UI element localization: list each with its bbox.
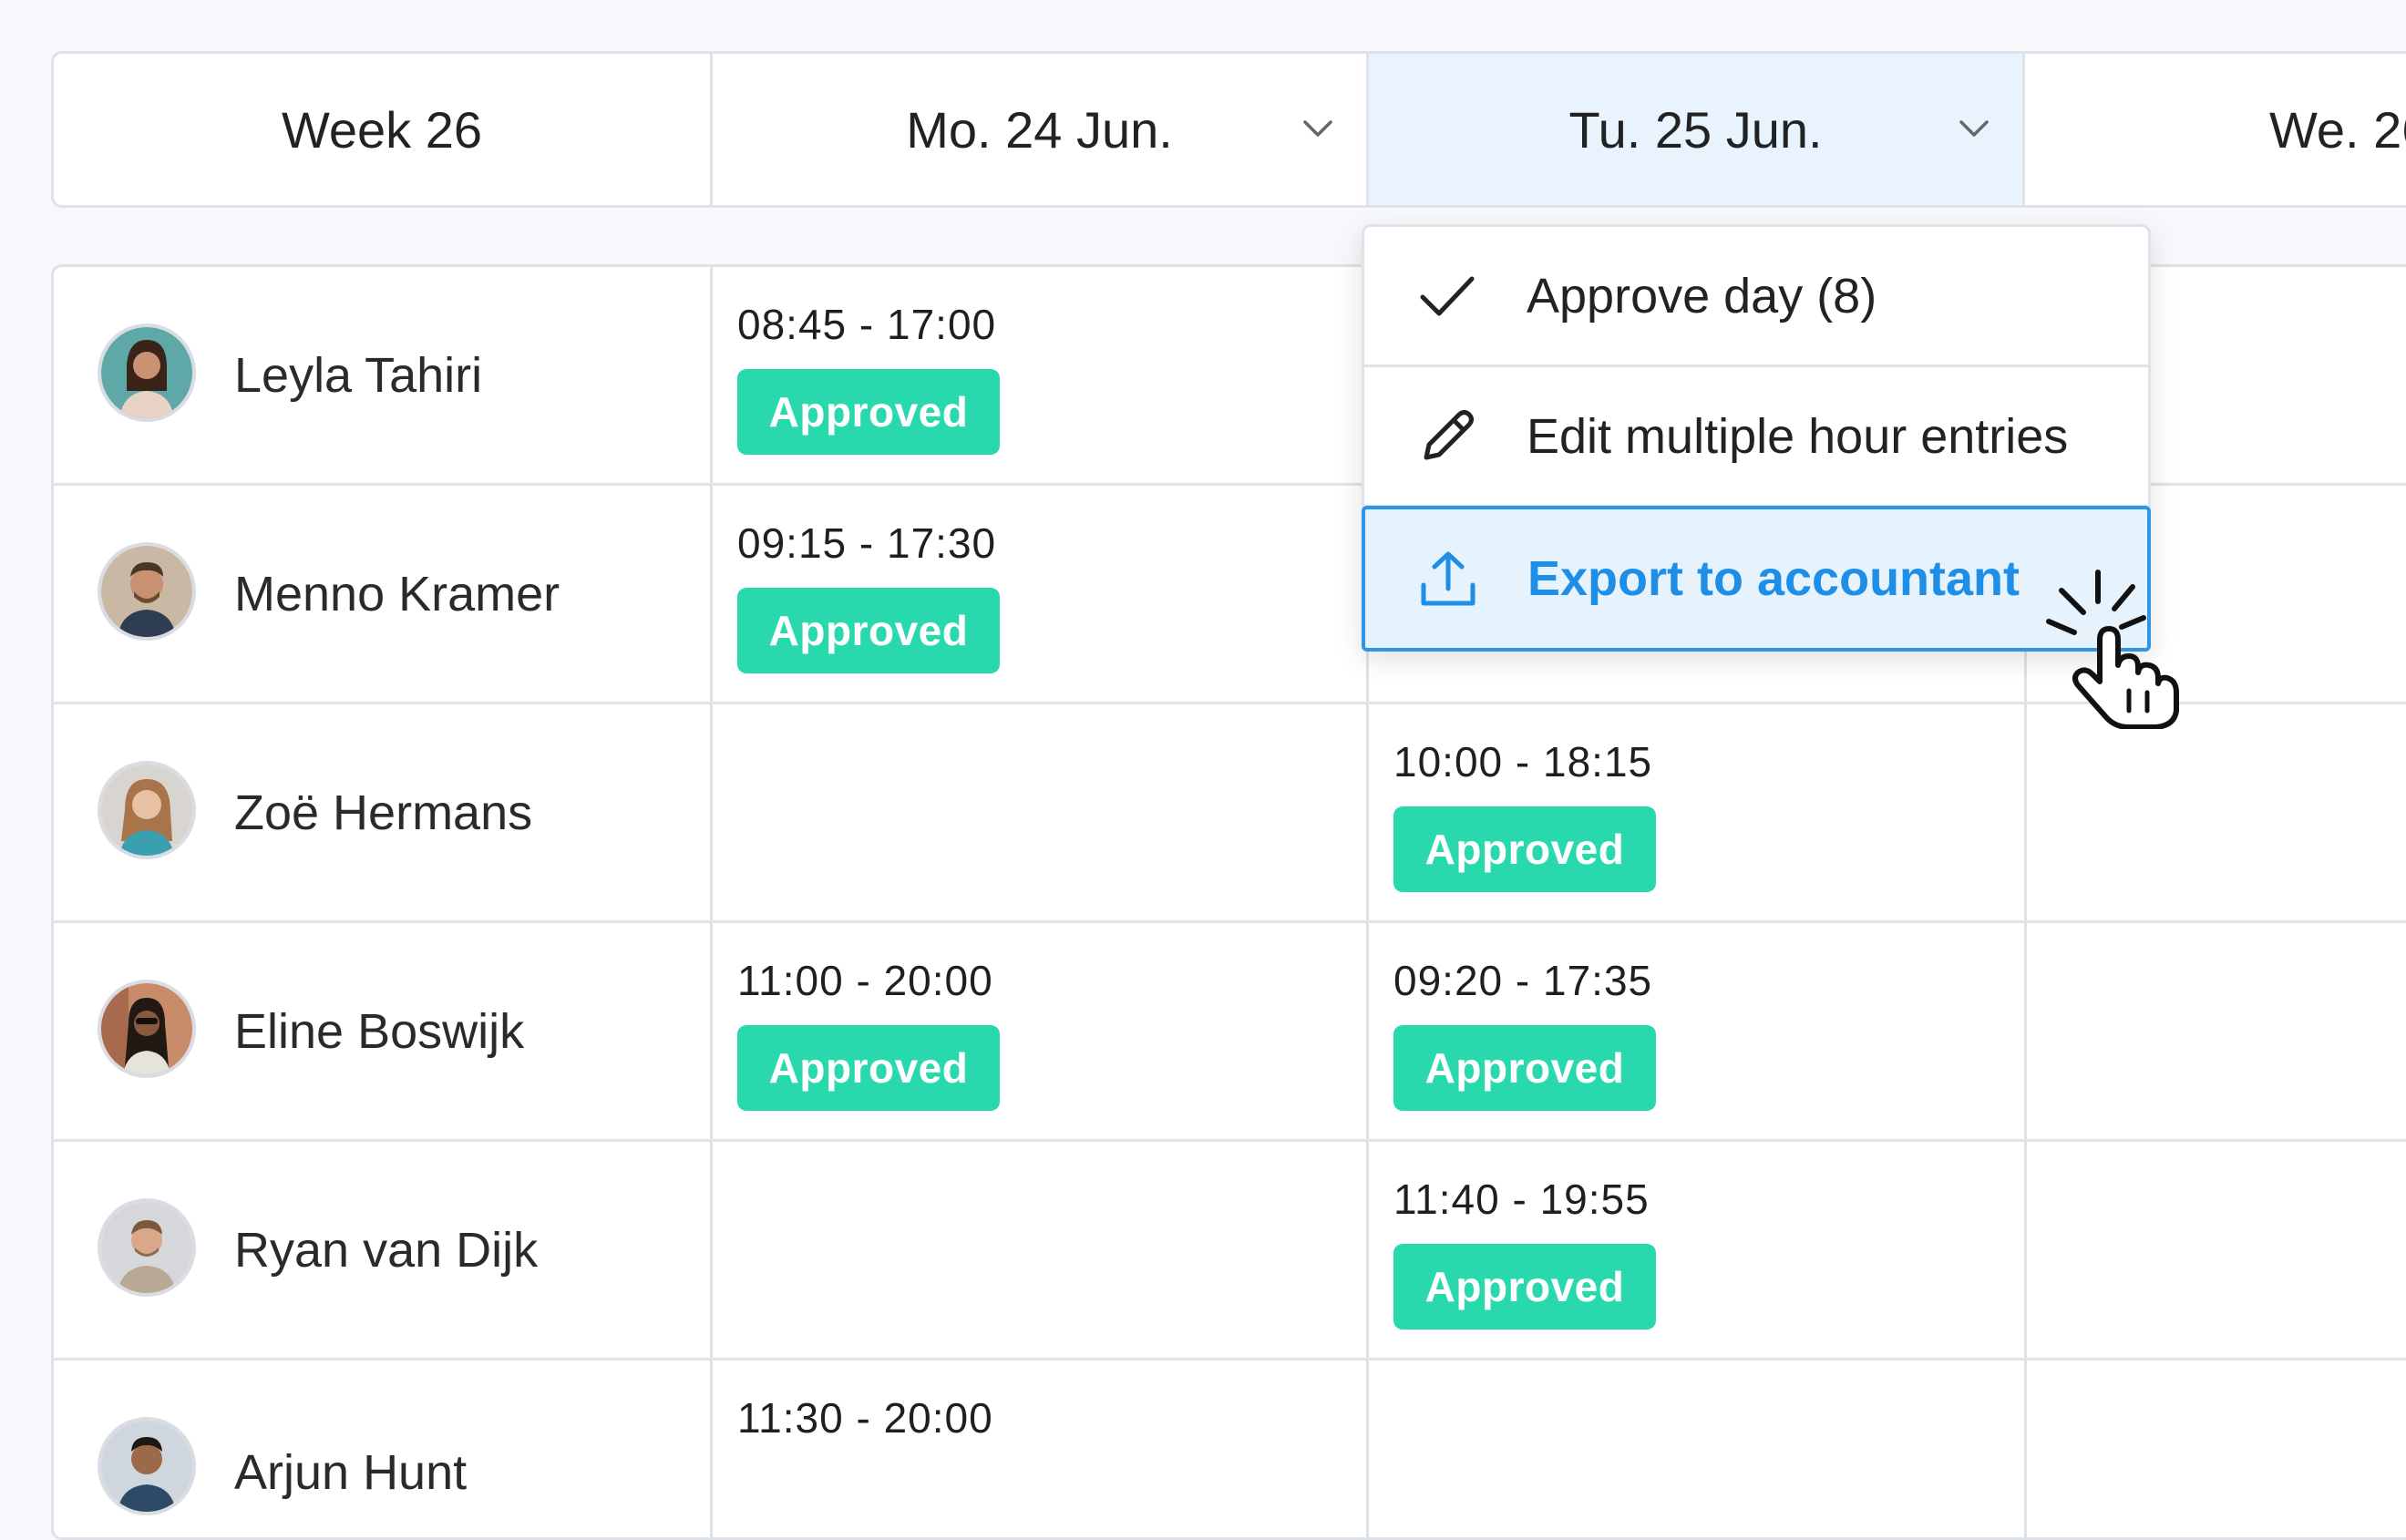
- employee-cell[interactable]: Leyla Tahiri: [54, 267, 710, 483]
- week-header: Week 26 Mo. 24 Jun. Tu. 25 Jun. We. 26 J…: [51, 51, 2406, 208]
- employee-cell[interactable]: Arjun Hunt: [54, 1360, 710, 1537]
- hour-entry-mon[interactable]: 08:45 - 17:00 Approved: [710, 267, 1366, 483]
- employee-name: Ryan van Dijk: [234, 1222, 539, 1278]
- menu-item-label: Approve day (8): [1527, 268, 1877, 323]
- check-icon: [1420, 276, 1475, 315]
- week-label: Week 26: [282, 100, 482, 159]
- table-row: Ryan van Dijk 11:40 - 19:55 Approved: [54, 1142, 2406, 1360]
- menu-item-approve-day[interactable]: Approve day (8): [1364, 227, 2148, 367]
- avatar: [98, 323, 196, 422]
- employee-cell[interactable]: Menno Kramer: [54, 486, 710, 702]
- menu-item-label: Export to accountant: [1527, 551, 2020, 606]
- avatar: [98, 1198, 196, 1297]
- day-label: We. 26 Jun.: [2269, 100, 2406, 159]
- employee-cell[interactable]: Eline Boswijk: [54, 923, 710, 1139]
- hour-entry-tue[interactable]: 10:00 - 18:15 Approved: [1366, 704, 2022, 920]
- employee-name: Zoë Hermans: [234, 785, 533, 840]
- hour-entry-mon[interactable]: 11:00 - 20:00 Approved: [710, 923, 1366, 1139]
- hour-entry-mon[interactable]: 09:15 - 17:30 Approved: [710, 486, 1366, 702]
- day-label: Tu. 25 Jun.: [1568, 100, 1823, 159]
- day-header-mon[interactable]: Mo. 24 Jun.: [710, 54, 1366, 205]
- day-actions-menu: Approve day (8) Edit multiple hour entri…: [1362, 224, 2151, 652]
- employee-name: Menno Kramer: [234, 566, 560, 621]
- table-row: Eline Boswijk 11:00 - 20:00 Approved 09:…: [54, 923, 2406, 1142]
- time-range: 11:00 - 20:00: [737, 957, 993, 1004]
- menu-item-edit-multiple[interactable]: Edit multiple hour entries: [1364, 367, 2148, 508]
- day-header-tue[interactable]: Tu. 25 Jun.: [1366, 54, 2022, 205]
- avatar: [98, 542, 196, 641]
- table-row: Zoë Hermans 10:00 - 18:15 Approved: [54, 704, 2406, 923]
- day-label: Mo. 24 Jun.: [906, 100, 1173, 159]
- status-badge: Approved: [737, 588, 1000, 673]
- employee-name: Eline Boswijk: [234, 1003, 525, 1059]
- employee-name: Leyla Tahiri: [234, 347, 483, 403]
- time-range: 08:45 - 17:00: [737, 301, 997, 348]
- employee-cell[interactable]: Ryan van Dijk: [54, 1142, 710, 1358]
- hour-entry-tue[interactable]: 09:20 - 17:35 Approved: [1366, 923, 2022, 1139]
- chevron-down-icon[interactable]: [1302, 118, 1333, 139]
- chevron-down-icon[interactable]: [1959, 118, 1990, 139]
- avatar: [98, 980, 196, 1078]
- avatar: [98, 1417, 196, 1515]
- time-range: 10:00 - 18:15: [1393, 738, 1653, 785]
- hand-pointer-icon: [2046, 570, 2179, 729]
- hour-entry-mon[interactable]: 11:30 - 20:00: [710, 1360, 1366, 1537]
- status-badge: Approved: [1393, 806, 1656, 892]
- status-badge: Approved: [1393, 1244, 1656, 1330]
- time-range: 11:40 - 19:55: [1393, 1176, 1650, 1223]
- status-badge: Approved: [1393, 1025, 1656, 1111]
- time-range: 09:15 - 17:30: [737, 519, 997, 567]
- time-range: 09:20 - 17:35: [1393, 957, 1653, 1004]
- time-range: 11:30 - 20:00: [737, 1394, 993, 1442]
- hour-entry-tue[interactable]: 11:40 - 19:55 Approved: [1366, 1142, 2022, 1358]
- table-row: Arjun Hunt 11:30 - 20:00: [54, 1360, 2406, 1537]
- upload-icon: [1421, 551, 1475, 606]
- status-badge: Approved: [737, 1025, 1000, 1111]
- menu-item-export-accountant[interactable]: Export to accountant: [1362, 506, 2151, 652]
- status-badge: Approved: [737, 369, 1000, 455]
- employee-name: Arjun Hunt: [234, 1445, 468, 1500]
- avatar: [98, 761, 196, 859]
- employee-cell[interactable]: Zoë Hermans: [54, 704, 710, 920]
- day-header-wed[interactable]: We. 26 Jun.: [2022, 54, 2406, 205]
- menu-item-label: Edit multiple hour entries: [1527, 408, 2069, 464]
- pencil-icon: [1424, 409, 1474, 459]
